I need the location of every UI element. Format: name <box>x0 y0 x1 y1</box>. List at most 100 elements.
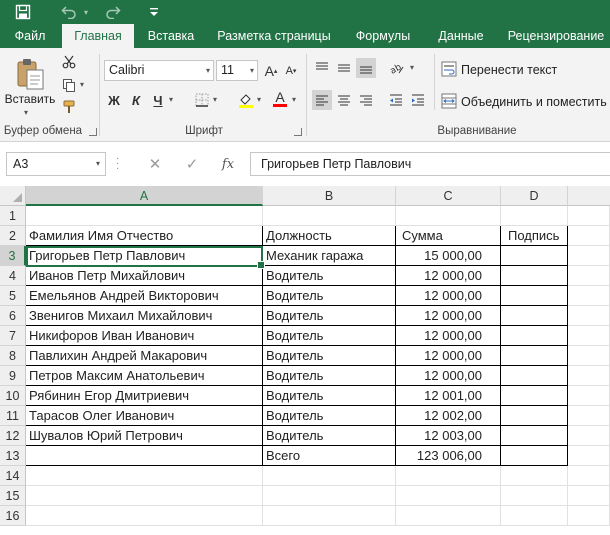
sheet-cell[interactable] <box>501 346 568 366</box>
sheet-cell[interactable]: Водитель <box>263 266 396 286</box>
cancel-entry-icon[interactable]: ✕ <box>143 152 167 176</box>
name-box[interactable]: A3 ▾ <box>6 152 106 176</box>
row-header[interactable]: 6 <box>0 306 26 326</box>
sheet-cell[interactable] <box>501 426 568 446</box>
underline-dropdown-icon[interactable]: ▾ <box>169 95 173 104</box>
column-header-c[interactable]: C <box>396 186 501 206</box>
sheet-cell[interactable] <box>501 386 568 406</box>
sheet-cell[interactable] <box>26 206 263 226</box>
cut-icon[interactable] <box>60 53 78 71</box>
italic-button[interactable]: К <box>126 90 146 110</box>
sheet-cell[interactable]: 12 000,00 <box>396 306 501 326</box>
sheet-cell[interactable]: Григорьев Петр Павлович <box>26 246 263 266</box>
sheet-cell[interactable] <box>568 366 610 386</box>
sheet-cell[interactable]: Сумма <box>396 226 501 246</box>
redo-icon[interactable] <box>100 0 126 24</box>
sheet-cell[interactable]: Рябинин Егор Дмитриевич <box>26 386 263 406</box>
font-size-combo[interactable]: 11 ▾ <box>216 60 258 81</box>
sheet-cell[interactable] <box>568 446 610 466</box>
row-header[interactable]: 7 <box>0 326 26 346</box>
sheet-cell[interactable] <box>26 466 263 486</box>
sheet-cell[interactable]: Водитель <box>263 366 396 386</box>
undo-icon[interactable] <box>56 0 82 24</box>
merge-center-icon[interactable] <box>440 92 458 110</box>
sheet-cell[interactable]: 123 006,00 <box>396 446 501 466</box>
sheet-cell[interactable] <box>501 326 568 346</box>
sheet-cell[interactable] <box>501 486 568 506</box>
sheet-cell[interactable] <box>501 506 568 526</box>
sheet-cell[interactable] <box>263 506 396 526</box>
format-painter-icon[interactable] <box>60 98 78 116</box>
orientation-dropdown-icon[interactable]: ▾ <box>410 63 414 72</box>
sheet-cell[interactable] <box>568 306 610 326</box>
sheet-cell[interactable]: Водитель <box>263 406 396 426</box>
tab-data[interactable]: Данные <box>428 24 494 48</box>
increase-font-size-icon[interactable]: A ▴ <box>262 62 280 80</box>
sheet-cell[interactable] <box>501 286 568 306</box>
bold-button[interactable]: Ж <box>104 90 124 110</box>
confirm-entry-icon[interactable]: ✓ <box>180 152 204 176</box>
sheet-cell[interactable] <box>501 406 568 426</box>
sheet-cell[interactable] <box>396 206 501 226</box>
fill-color-dropdown-icon[interactable]: ▾ <box>257 95 261 104</box>
increase-indent-icon[interactable] <box>408 90 428 110</box>
sheet-cell[interactable] <box>501 446 568 466</box>
font-color-icon[interactable]: A <box>270 88 290 108</box>
sheet-cell[interactable] <box>501 246 568 266</box>
sheet-cell[interactable]: 12 000,00 <box>396 286 501 306</box>
select-all-button[interactable] <box>0 186 26 206</box>
undo-dropdown-icon[interactable]: ▾ <box>80 0 92 24</box>
row-header[interactable]: 8 <box>0 346 26 366</box>
sheet-cell[interactable]: 12 001,00 <box>396 386 501 406</box>
wrap-text-label[interactable]: Перенести текст <box>461 63 557 77</box>
sheet-cell[interactable]: Никифоров Иван Иванович <box>26 326 263 346</box>
sheet-cell[interactable] <box>263 466 396 486</box>
sheet-cell[interactable]: Водитель <box>263 326 396 346</box>
sheet-cell[interactable]: Павлихин Андрей Макарович <box>26 346 263 366</box>
row-header[interactable]: 16 <box>0 506 26 526</box>
sheet-cell[interactable]: Иванов Петр Михайлович <box>26 266 263 286</box>
clipboard-launcher-icon[interactable] <box>89 128 97 136</box>
sheet-cell[interactable]: Фамилия Имя Отчество <box>26 226 263 246</box>
row-header[interactable]: 10 <box>0 386 26 406</box>
borders-dropdown-icon[interactable]: ▾ <box>213 95 217 104</box>
column-header-d[interactable]: D <box>501 186 568 206</box>
align-center-icon[interactable] <box>334 90 354 110</box>
align-bottom-icon[interactable] <box>356 58 376 78</box>
copy-dropdown-icon[interactable]: ▾ <box>80 80 84 89</box>
sheet-cell[interactable] <box>568 326 610 346</box>
align-top-icon[interactable] <box>312 58 332 78</box>
wrap-text-icon[interactable] <box>440 60 458 78</box>
row-header[interactable]: 14 <box>0 466 26 486</box>
align-right-icon[interactable] <box>356 90 376 110</box>
tab-insert[interactable]: Вставка <box>140 24 202 48</box>
sheet-cell[interactable] <box>263 486 396 506</box>
save-icon[interactable] <box>10 0 36 24</box>
tab-home[interactable]: Главная <box>62 24 134 48</box>
tab-review[interactable]: Рецензирование <box>502 24 610 48</box>
formula-input[interactable]: Григорьев Петр Павлович <box>250 152 610 176</box>
sheet-cell[interactable]: 12 002,00 <box>396 406 501 426</box>
sheet-cell[interactable]: Подпись <box>501 226 568 246</box>
align-left-icon[interactable] <box>312 90 332 110</box>
sheet-cell[interactable] <box>568 346 610 366</box>
font-size-dropdown-icon[interactable]: ▾ <box>250 61 254 80</box>
merge-center-label[interactable]: Объединить и поместить в <box>461 95 610 109</box>
sheet-cell[interactable]: Водитель <box>263 346 396 366</box>
sheet-cell[interactable]: Всего <box>263 446 396 466</box>
sheet-cell[interactable]: Должность <box>263 226 396 246</box>
row-header[interactable]: 13 <box>0 446 26 466</box>
orientation-icon[interactable]: ab <box>386 58 408 78</box>
sheet-cell[interactable] <box>396 506 501 526</box>
sheet-cell[interactable]: 12 000,00 <box>396 266 501 286</box>
sheet-cell[interactable]: Механик гаража <box>263 246 396 266</box>
decrease-indent-icon[interactable] <box>386 90 406 110</box>
font-color-dropdown-icon[interactable]: ▾ <box>292 95 296 104</box>
formula-bar-grip-icon[interactable]: · · · <box>116 154 122 174</box>
font-launcher-icon[interactable] <box>294 128 302 136</box>
tab-page-layout[interactable]: Разметка страницы <box>210 24 338 48</box>
align-middle-icon[interactable] <box>334 58 354 78</box>
row-header[interactable]: 1 <box>0 206 26 226</box>
sheet-cell[interactable] <box>568 406 610 426</box>
sheet-cell[interactable] <box>568 206 610 226</box>
